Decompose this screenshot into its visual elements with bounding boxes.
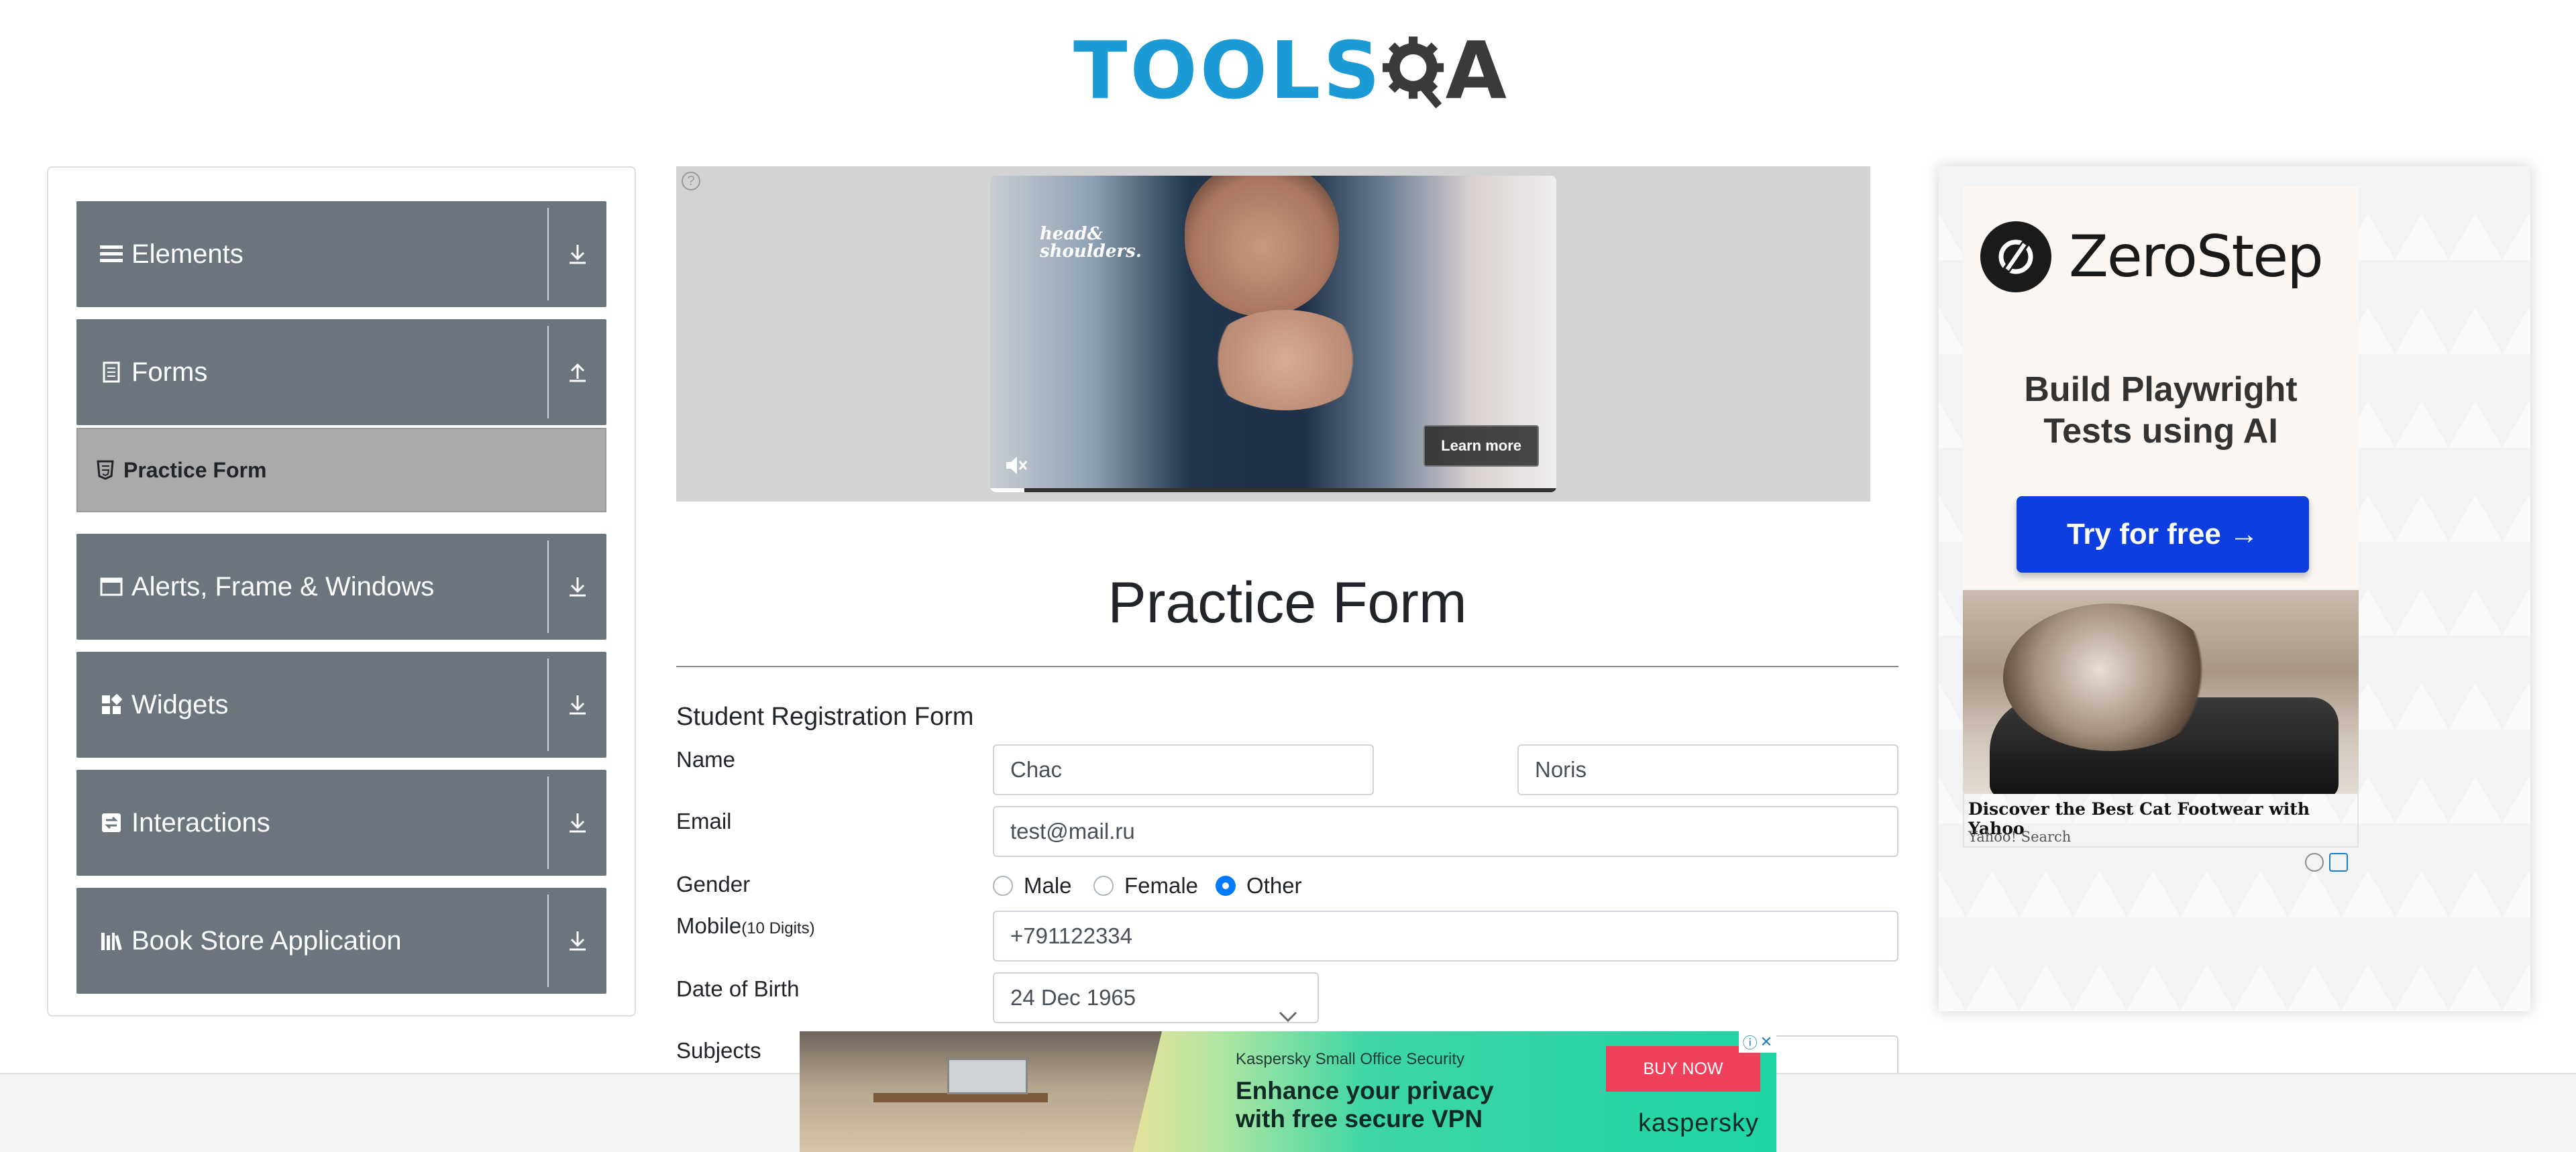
ad-caption-source: Yahoo! Search bbox=[1968, 829, 2072, 845]
ad-feedback-icon[interactable] bbox=[2305, 853, 2324, 872]
mute-icon[interactable] bbox=[1004, 453, 1028, 477]
upload-arrow-icon[interactable] bbox=[549, 361, 606, 383]
dob-label: Date of Birth bbox=[676, 976, 800, 1001]
logo-tools-text: TOOLS bbox=[1073, 24, 1383, 117]
name-label: Name bbox=[676, 747, 736, 772]
kaspersky-ad[interactable]: Kaspersky Small Office Security Enhance … bbox=[800, 1031, 1776, 1152]
sidebar-group-forms[interactable]: Forms bbox=[76, 319, 606, 425]
sidebar-group-label: Alerts, Frame & Windows bbox=[131, 571, 435, 601]
page-root: { "header": {"logo_tools": "TOOLS", "log… bbox=[0, 0, 2576, 1152]
top-banner-ad[interactable]: ? head& shoulders. Learn more bbox=[676, 166, 1870, 502]
office-desk-image bbox=[800, 1031, 1162, 1152]
zerostep-ad[interactable]: ZeroStep Build Playwright Tests using AI… bbox=[1963, 186, 2359, 589]
cat-shape bbox=[2003, 603, 2218, 751]
video-progress-bar[interactable] bbox=[990, 488, 1556, 492]
divider bbox=[676, 666, 1898, 667]
radio-button-selected[interactable] bbox=[1216, 876, 1236, 896]
divider bbox=[547, 326, 549, 418]
section-title: Student Registration Form bbox=[676, 703, 974, 731]
kaspersky-product: Kaspersky Small Office Security bbox=[1236, 1050, 1465, 1068]
sidebar-group-widgets[interactable]: Widgets bbox=[76, 652, 606, 758]
divider bbox=[547, 540, 549, 633]
zerostep-logo: ZeroStep bbox=[1980, 221, 2324, 292]
close-icon[interactable]: ✕ bbox=[1760, 1033, 1772, 1051]
try-for-free-button[interactable]: Try for free → bbox=[2017, 496, 2309, 573]
email-input[interactable]: test@mail.ru bbox=[993, 806, 1898, 857]
sidebar-item-label: Practice Form bbox=[123, 457, 267, 482]
mobile-label: Mobile(10 Digits) bbox=[676, 913, 815, 938]
document-icon bbox=[99, 360, 123, 384]
sidebar-group-elements[interactable]: Elements bbox=[76, 201, 606, 307]
sidebar-group-label: Interactions bbox=[131, 807, 270, 838]
gender-radio-other[interactable]: Other bbox=[1216, 873, 1302, 899]
gender-label: Gender bbox=[676, 872, 751, 897]
ad-close-controls[interactable]: ⓘ ✕ bbox=[1739, 1031, 1776, 1053]
radio-label: Male bbox=[1024, 873, 1072, 898]
video-progress-fill bbox=[990, 488, 1024, 492]
email-label: Email bbox=[676, 809, 732, 833]
adchoices-icons[interactable] bbox=[2305, 853, 2348, 872]
first-name-input[interactable]: Chac bbox=[993, 744, 1374, 795]
gear-icon bbox=[1383, 36, 1444, 109]
mobile-hint: (10 Digits) bbox=[741, 919, 815, 937]
subjects-label: Subjects bbox=[676, 1038, 761, 1063]
radio-label: Female bbox=[1124, 873, 1199, 898]
mobile-input[interactable]: +791122334 bbox=[993, 911, 1898, 962]
laptop-shape bbox=[947, 1058, 1028, 1094]
kaspersky-headline: Enhance your privacy with free secure VP… bbox=[1236, 1077, 1494, 1133]
last-name-input[interactable]: Noris bbox=[1517, 744, 1898, 795]
ad-hand-image bbox=[1205, 310, 1366, 410]
zerostep-name: ZeroStep bbox=[2069, 223, 2324, 290]
zerostep-logo-icon bbox=[1980, 221, 2051, 292]
sidebar-item-practice-form[interactable]: Practice Form bbox=[76, 428, 606, 512]
sidebar-group-interactions[interactable]: Interactions bbox=[76, 770, 606, 876]
window-icon bbox=[99, 575, 123, 599]
html5-icon bbox=[97, 460, 114, 480]
right-sidebar-ad[interactable]: ZeroStep Build Playwright Tests using AI… bbox=[1939, 166, 2530, 1011]
sidebar-group-label: Book Store Application bbox=[131, 925, 402, 956]
ad-info-icon[interactable]: ⓘ bbox=[1743, 1031, 1758, 1053]
ad-person-image bbox=[1185, 176, 1339, 316]
page-title: Practice Form bbox=[1108, 571, 1467, 635]
books-icon bbox=[99, 929, 123, 953]
divider bbox=[547, 208, 549, 300]
sidebar-group-alerts[interactable]: Alerts, Frame & Windows bbox=[76, 534, 606, 640]
head-shoulders-logo: head& shoulders. bbox=[1040, 224, 1142, 262]
desk-shape bbox=[873, 1093, 1048, 1102]
ad-info-icon[interactable]: ? bbox=[682, 172, 700, 190]
sidebar: Elements Forms Practice Form Alerts, Fra… bbox=[47, 166, 636, 1017]
sidebar-group-label: Widgets bbox=[131, 689, 229, 719]
learn-more-button[interactable]: Learn more bbox=[1424, 425, 1539, 467]
download-arrow-icon[interactable] bbox=[549, 243, 606, 265]
adchoices-icon[interactable] bbox=[2329, 853, 2348, 872]
radio-button[interactable] bbox=[1093, 876, 1114, 896]
buy-now-button[interactable]: BUY NOW bbox=[1606, 1046, 1760, 1092]
divider bbox=[547, 658, 549, 751]
cat-in-shoe-image[interactable] bbox=[1963, 590, 2359, 794]
radio-label: Other bbox=[1246, 873, 1302, 898]
toolsqa-logo[interactable]: TOOLS QAA bbox=[1073, 20, 1509, 121]
gender-radio-female[interactable]: Female bbox=[1093, 873, 1198, 899]
hamburger-icon bbox=[99, 242, 123, 266]
interactions-icon bbox=[99, 811, 123, 835]
gender-radio-male[interactable]: Male bbox=[993, 873, 1072, 899]
sidebar-group-label: Elements bbox=[131, 239, 244, 269]
ad-video[interactable]: head& shoulders. Learn more bbox=[990, 176, 1556, 492]
chevron-down-icon[interactable] bbox=[1279, 1010, 1297, 1023]
kaspersky-logo: kaspersky bbox=[1638, 1109, 1760, 1137]
download-arrow-icon[interactable] bbox=[549, 694, 606, 715]
dob-input[interactable]: 24 Dec 1965 bbox=[993, 972, 1319, 1023]
download-arrow-icon[interactable] bbox=[549, 930, 606, 952]
sidebar-group-label: Forms bbox=[131, 357, 208, 387]
logo-qa-text: QAA bbox=[1445, 24, 1509, 117]
zerostep-tagline: Build Playwright Tests using AI bbox=[2024, 370, 2298, 451]
radio-button[interactable] bbox=[993, 876, 1013, 896]
divider bbox=[547, 776, 549, 869]
download-arrow-icon[interactable] bbox=[549, 576, 606, 597]
download-arrow-icon[interactable] bbox=[549, 812, 606, 833]
divider bbox=[547, 895, 549, 987]
widgets-icon bbox=[99, 693, 123, 717]
sidebar-group-book-store[interactable]: Book Store Application bbox=[76, 888, 606, 994]
